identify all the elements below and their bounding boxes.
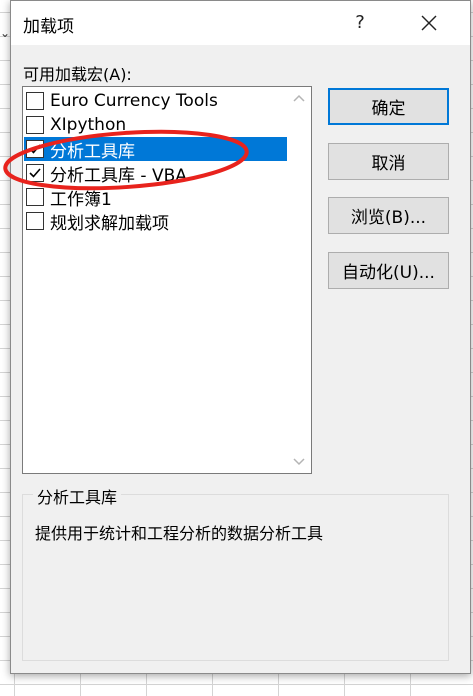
list-item-label: 规划求解加载项 <box>50 213 169 234</box>
scroll-down-button[interactable] <box>288 450 310 472</box>
list-item-label: XIpython <box>50 115 127 135</box>
description-group: 分析工具库 提供用于统计和工程分析的数据分析工具 <box>22 484 449 661</box>
checkbox[interactable] <box>26 140 44 158</box>
dialog-title: 加载项 <box>23 17 74 37</box>
scroll-up-button[interactable] <box>288 88 310 110</box>
list-item[interactable]: 工作簿1 <box>24 185 287 210</box>
description-title: 分析工具库 <box>33 484 122 508</box>
list-item-label: 分析工具库 <box>50 141 135 162</box>
list-item[interactable]: 分析工具库 <box>24 137 287 162</box>
checkbox[interactable] <box>26 116 44 134</box>
checkbox[interactable] <box>26 212 44 230</box>
help-button[interactable]: ? <box>344 7 376 39</box>
browse-button[interactable]: 浏览(B)... <box>328 197 449 234</box>
list-item[interactable]: 分析工具库 - VBA <box>24 161 287 186</box>
scroll-down-icon <box>293 458 305 466</box>
automation-button[interactable]: 自动化(U)... <box>328 252 449 289</box>
list-item-label: Euro Currency Tools <box>50 91 218 111</box>
addins-listbox[interactable]: Euro Currency Tools XIpython 分析工具库 分析工具库… <box>22 86 312 474</box>
checkbox[interactable] <box>26 188 44 206</box>
checkmark-icon <box>29 144 41 154</box>
close-button[interactable] <box>412 7 446 39</box>
list-item-label: 分析工具库 - VBA <box>50 165 187 186</box>
list-item[interactable]: XIpython <box>24 113 287 137</box>
cancel-button[interactable]: 取消 <box>328 143 449 180</box>
addins-dialog: 加载项 ? 可用加载宏(A): Euro Currency Tools XIpy… <box>10 0 471 674</box>
scroll-up-icon <box>293 94 305 102</box>
ok-button[interactable]: 确定 <box>328 88 449 125</box>
checkbox[interactable] <box>26 164 44 182</box>
list-item-label: 工作簿1 <box>50 189 112 210</box>
list-item[interactable]: 规划求解加载项 <box>24 209 287 234</box>
title-bar: 加载项 ? <box>11 1 470 45</box>
list-item[interactable]: Euro Currency Tools <box>24 89 287 113</box>
checkmark-icon <box>29 168 41 178</box>
checkbox[interactable] <box>26 92 44 110</box>
available-addins-label: 可用加载宏(A): <box>23 65 132 84</box>
help-icon: ? <box>355 12 365 33</box>
vertical-scrollbar[interactable] <box>288 88 310 472</box>
description-text: 提供用于统计和工程分析的数据分析工具 <box>35 524 324 543</box>
close-icon <box>421 15 437 31</box>
